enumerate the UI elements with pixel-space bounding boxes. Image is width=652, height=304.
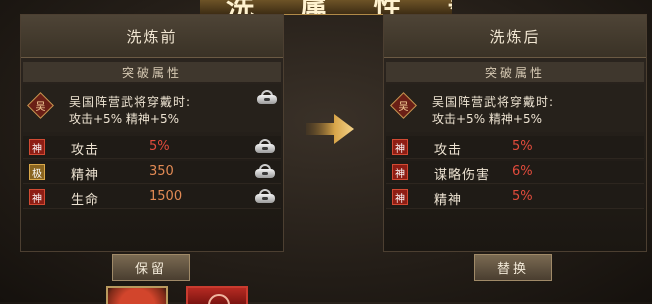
before-bonus-condition: 吴国阵营武将穿戴时: [69,95,192,109]
stat-value: 5% [512,189,533,204]
lock-icon[interactable] [255,189,275,203]
stat-value: 1500 [149,189,183,204]
lock-icon[interactable] [257,90,277,104]
after-bonus-effect: 攻击+5% 精神+5% [432,112,542,126]
stat-value: 5% [149,139,170,154]
arrow-right-icon [306,114,354,144]
after-panel: 洗炼后 突破属性 吴 吴国阵营武将穿戴时: 攻击+5% 精神+5% 神 攻击 5… [383,14,647,252]
title-banner: 洗 属 性 录 [200,0,452,15]
rarity-badge-icon: 神 [392,139,408,155]
stat-name: 攻击 [71,143,100,158]
stat-row: 神 攻击 5% [386,136,644,159]
before-bonus-effect: 攻击+5% 精神+5% [69,112,179,126]
rarity-badge-icon: 神 [392,164,408,180]
after-bonus-condition: 吴国阵营武将穿戴时: [432,95,555,109]
item-slot[interactable] [186,286,248,304]
keep-button[interactable]: 保留 [112,254,190,281]
stat-name: 攻击 [434,143,463,158]
rarity-badge-icon: 神 [392,189,408,205]
wu-faction-icon: 吴 [390,92,417,119]
wu-faction-icon: 吴 [27,92,54,119]
before-panel-title: 洗炼前 [21,15,283,58]
rarity-badge-icon: 神 [29,139,45,155]
item-slot[interactable] [106,286,168,304]
stat-row: 神 精神 5% [386,186,644,209]
stat-name: 生命 [71,193,100,208]
replace-button[interactable]: 替换 [474,254,552,281]
before-breakthrough-header: 突破属性 [23,62,281,82]
lock-icon[interactable] [255,139,275,153]
stat-name: 精神 [434,193,463,208]
after-panel-title: 洗炼后 [384,15,646,58]
wu-faction-icon-label: 吴 [398,102,409,113]
stat-row: 极 精神 350 [23,161,281,184]
wu-faction-icon-label: 吴 [35,102,46,113]
before-faction-bonus: 吴 吴国阵营武将穿戴时: 攻击+5% 精神+5% [23,84,281,132]
stat-row: 神 攻击 5% [23,136,281,159]
stat-row: 神 谋略伤害 6% [386,161,644,184]
stat-name: 谋略伤害 [434,168,491,183]
stat-name: 精神 [71,168,100,183]
after-faction-bonus: 吴 吴国阵营武将穿戴时: 攻击+5% 精神+5% [386,84,644,132]
stat-value: 5% [512,139,533,154]
stat-row: 神 生命 1500 [23,186,281,209]
rarity-badge-icon: 极 [29,164,45,180]
rarity-badge-icon: 神 [29,189,45,205]
stat-value: 6% [512,164,533,179]
after-stat-list: 神 攻击 5% 神 谋略伤害 6% 神 精神 5% [386,136,644,209]
before-panel: 洗炼前 突破属性 吴 吴国阵营武将穿戴时: 攻击+5% 精神+5% 神 攻击 5… [20,14,284,252]
stat-value: 350 [149,164,174,179]
banner-title-text: 洗 属 性 录 [226,0,452,14]
before-stat-list: 神 攻击 5% 极 精神 350 神 生命 1500 [23,136,281,209]
lock-icon[interactable] [255,164,275,178]
after-breakthrough-header: 突破属性 [386,62,644,82]
